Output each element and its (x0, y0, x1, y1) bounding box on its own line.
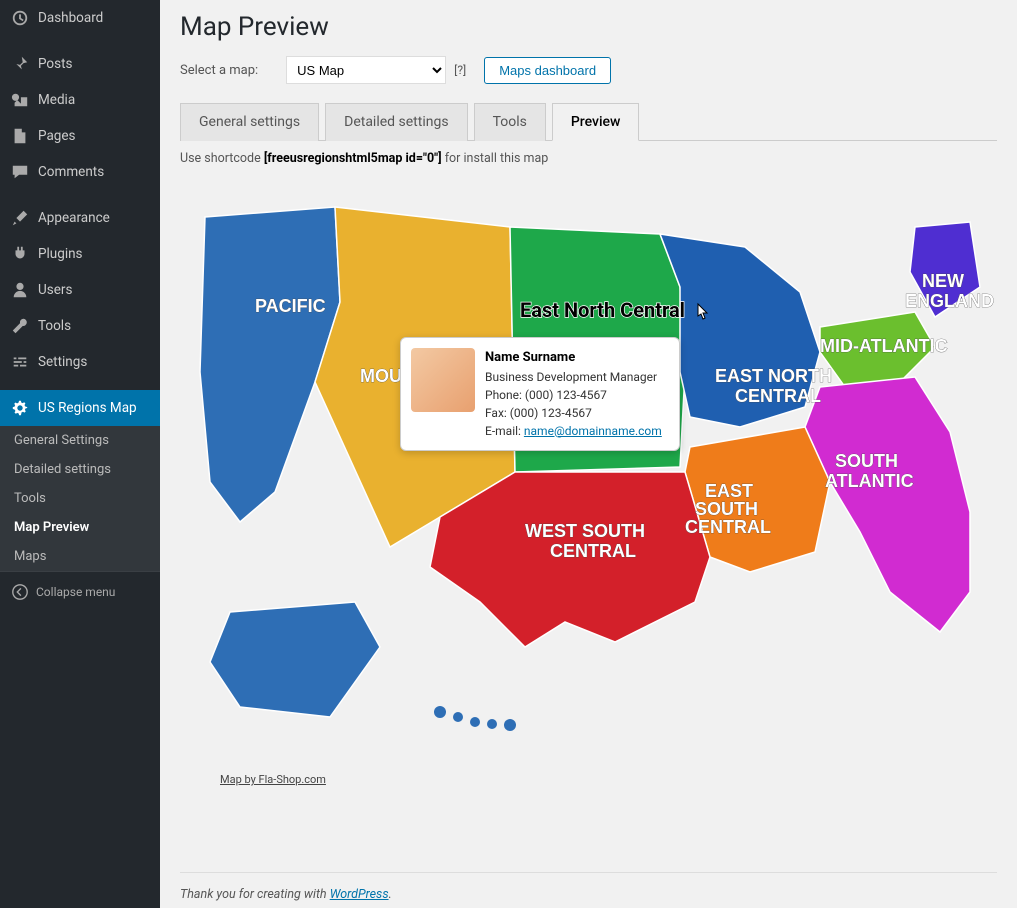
tooltip-role: Business Development Manager (485, 368, 662, 386)
region-hover-label: East North Central (520, 298, 685, 322)
tab-general-settings[interactable]: General settings (180, 103, 319, 141)
sidebar-label: Plugins (38, 246, 83, 262)
tooltip-avatar (411, 348, 475, 412)
sidebar-label: Appearance (38, 210, 110, 226)
media-icon (10, 90, 30, 110)
plug-icon (10, 244, 30, 264)
sidebar-label: US Regions Map (38, 400, 137, 416)
map-select-row: Select a map: US Map [?] Maps dashboard (180, 56, 997, 84)
sidebar-item-dashboard[interactable]: Dashboard (0, 0, 160, 36)
sidebar-label: Tools (38, 318, 71, 334)
admin-footer: Thank you for creating with WordPress. (180, 872, 997, 902)
sidebar-item-media[interactable]: Media (0, 82, 160, 118)
brush-icon (10, 208, 30, 228)
collapse-menu-button[interactable]: Collapse menu (0, 571, 160, 612)
tooltip-email-link[interactable]: name@domainname.com (524, 424, 662, 438)
sidebar-item-plugins[interactable]: Plugins (0, 236, 160, 272)
sidebar-item-appearance[interactable]: Appearance (0, 200, 160, 236)
sidebar-label: Media (38, 92, 75, 108)
region-tooltip: Name Surname Business Development Manage… (400, 337, 680, 451)
dashboard-icon (10, 8, 30, 28)
map-preview-area: PACIFIC MOUNTAIN East North Central EAST… (180, 172, 997, 812)
maps-dashboard-button[interactable]: Maps dashboard (484, 57, 611, 84)
sub-maps[interactable]: Maps (0, 542, 160, 571)
collapse-icon (10, 582, 30, 602)
sidebar-item-tools[interactable]: Tools (0, 308, 160, 344)
tooltip-name: Name Surname (485, 348, 662, 368)
gear-icon (10, 398, 30, 418)
tab-detailed-settings[interactable]: Detailed settings (325, 103, 467, 141)
sub-general-settings[interactable]: General Settings (0, 426, 160, 455)
sidebar-item-users[interactable]: Users (0, 272, 160, 308)
settings-tabs: General settings Detailed settings Tools… (180, 102, 997, 141)
sidebar-label: Posts (38, 56, 72, 72)
region-label-ma: MID-ATLANTIC (820, 336, 948, 356)
comment-icon (10, 162, 30, 182)
us-regions-map[interactable]: PACIFIC MOUNTAIN East North Central EAST… (180, 172, 1000, 812)
sidebar-item-settings[interactable]: Settings (0, 344, 160, 380)
admin-sidebar: Dashboard Posts Media Pages Comments App… (0, 0, 160, 908)
shortcode-instruction: Use shortcode [freeusregionshtml5map id=… (180, 151, 997, 166)
sliders-icon (10, 352, 30, 372)
sidebar-item-us-regions-map[interactable]: US Regions Map (0, 390, 160, 426)
sidebar-label: Settings (38, 354, 87, 370)
sidebar-item-comments[interactable]: Comments (0, 154, 160, 190)
tooltip-email: E-mail: name@domainname.com (485, 422, 662, 440)
tooltip-info: Name Surname Business Development Manage… (485, 348, 662, 440)
page-title: Map Preview (180, 12, 997, 42)
tab-tools[interactable]: Tools (474, 103, 546, 141)
sidebar-label: Dashboard (38, 10, 103, 26)
main-content: Map Preview Select a map: US Map [?] Map… (160, 0, 1017, 908)
sidebar-label: Comments (38, 164, 104, 180)
sub-map-preview[interactable]: Map Preview (0, 513, 160, 542)
sidebar-label: Users (38, 282, 72, 298)
sidebar-submenu: General Settings Detailed settings Tools… (0, 426, 160, 571)
user-icon (10, 280, 30, 300)
tooltip-phone: Phone: (000) 123-4567 (485, 386, 662, 404)
help-link[interactable]: [?] (454, 63, 466, 77)
tooltip-fax: Fax: (000) 123-4567 (485, 404, 662, 422)
sidebar-label: Pages (38, 128, 76, 144)
sub-tools[interactable]: Tools (0, 484, 160, 513)
map-credit-link[interactable]: Map by Fla-Shop.com (220, 773, 326, 786)
sidebar-item-posts[interactable]: Posts (0, 46, 160, 82)
region-label-pacific: PACIFIC (255, 296, 326, 316)
map-select[interactable]: US Map (286, 56, 446, 84)
page-icon (10, 126, 30, 146)
select-map-label: Select a map: (180, 63, 258, 78)
sidebar-item-pages[interactable]: Pages (0, 118, 160, 154)
pin-icon (10, 54, 30, 74)
collapse-label: Collapse menu (36, 585, 115, 599)
footer-wordpress-link[interactable]: WordPress (330, 887, 389, 902)
sub-detailed-settings[interactable]: Detailed settings (0, 455, 160, 484)
wrench-icon (10, 316, 30, 336)
tab-preview[interactable]: Preview (552, 103, 640, 141)
